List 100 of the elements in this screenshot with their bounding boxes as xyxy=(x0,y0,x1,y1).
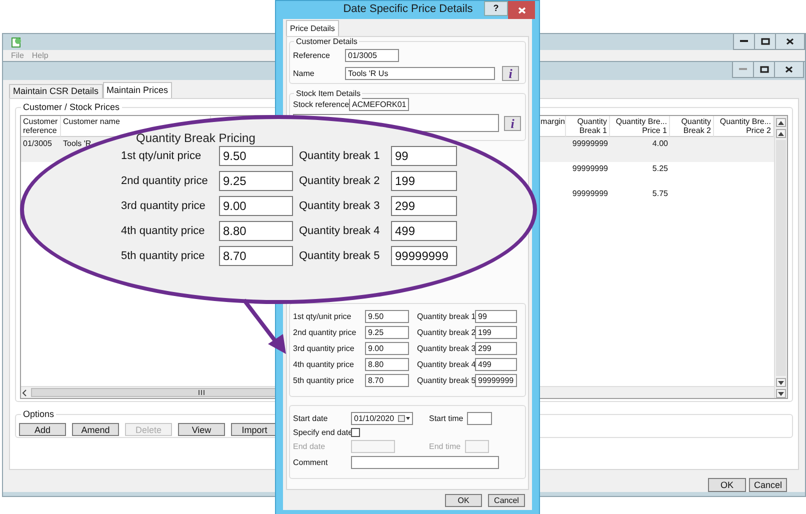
field-label: 3rd quantity price xyxy=(293,344,356,353)
cancel-button[interactable]: Cancel xyxy=(488,494,525,507)
table-cell: 01/3005 xyxy=(23,139,52,148)
price-field: 9.50 xyxy=(219,146,293,166)
checkbox[interactable] xyxy=(351,428,360,437)
field-label: Quantity break 4 xyxy=(299,225,381,237)
column-header[interactable]: Quantity Bre... Price 1 xyxy=(616,117,667,135)
ok-button[interactable]: OK xyxy=(445,494,482,507)
close-button[interactable] xyxy=(774,62,803,77)
group-title: Options xyxy=(21,409,56,419)
option-button[interactable]: View xyxy=(178,423,225,436)
help-button[interactable]: ? xyxy=(484,1,508,16)
quantity-break-field[interactable]: 499 xyxy=(475,358,517,371)
field-label: Comment xyxy=(293,458,329,467)
field-label: Name xyxy=(293,68,316,78)
quantity-break-field: 199 xyxy=(391,171,457,191)
app-icon xyxy=(11,36,23,48)
price-field[interactable]: 9.25 xyxy=(365,326,409,339)
chevron-left-icon xyxy=(21,388,29,396)
field-label: Start date xyxy=(293,414,329,423)
field-label: 5th quantity price xyxy=(293,376,355,385)
table-cell: 99999999 xyxy=(572,189,608,198)
table-cell: 99999999 xyxy=(572,139,608,148)
column-header[interactable]: Quantity Break 2 xyxy=(681,117,711,135)
close-button[interactable] xyxy=(775,34,804,49)
price-field[interactable]: 8.70 xyxy=(365,374,409,387)
field-label: Quantity break 1 xyxy=(299,150,381,162)
tab[interactable]: Price Details xyxy=(286,20,339,36)
quantity-break-field[interactable]: 199 xyxy=(475,326,517,339)
column-header[interactable]: Customer reference xyxy=(23,117,58,135)
name-field[interactable]: Tools 'R Us xyxy=(345,66,495,80)
field-label: Stock reference xyxy=(293,100,347,108)
option-button[interactable]: Import xyxy=(231,423,278,436)
group-title: Customer / Stock Prices xyxy=(21,102,122,112)
info-button[interactable]: i xyxy=(504,116,521,130)
table-cell: 99999999 xyxy=(572,164,608,173)
close-icon xyxy=(518,6,526,14)
field-label: End time xyxy=(429,442,462,451)
field-label: End date xyxy=(293,442,326,451)
end-date-field[interactable] xyxy=(351,440,395,453)
grip-icon xyxy=(198,390,204,395)
minimize-button[interactable] xyxy=(734,34,754,49)
tab[interactable]: Maintain Prices xyxy=(102,82,172,98)
field-label: Quantity break 3 xyxy=(299,200,381,212)
field-label: 1st qty/unit price xyxy=(121,150,202,162)
price-field: 9.25 xyxy=(219,171,293,191)
price-field: 8.70 xyxy=(219,246,293,266)
quantity-break-field[interactable]: 99999999 xyxy=(475,374,517,387)
maximize-icon xyxy=(760,38,770,45)
table-cell: 4.00 xyxy=(652,139,668,148)
minimize-icon xyxy=(739,68,747,71)
vertical-scrollbar[interactable] xyxy=(774,116,787,398)
comment-field[interactable] xyxy=(351,456,499,469)
field-label: 4th quantity price xyxy=(121,225,206,237)
start-time-field[interactable] xyxy=(467,412,492,425)
field-label: 5th quantity price xyxy=(121,250,206,262)
maximize-button[interactable] xyxy=(753,62,774,77)
stock-reference-field[interactable]: ACMEFORK01 xyxy=(349,98,409,110)
end-time-field[interactable] xyxy=(465,440,489,453)
maximize-icon xyxy=(760,66,768,73)
quantity-break-field: 499 xyxy=(391,221,457,241)
price-field[interactable]: 9.50 xyxy=(365,310,409,323)
quantity-break-field: 99 xyxy=(391,146,457,166)
quantity-break-field: 99999999 xyxy=(391,246,457,266)
field-label: 2nd quantity price xyxy=(121,175,209,187)
field-label: Reference xyxy=(293,51,331,60)
column-header[interactable]: Quantity Bre... Price 2 xyxy=(720,117,771,135)
table-cell: 5.75 xyxy=(652,189,668,198)
column-header[interactable]: Customer name xyxy=(63,117,120,126)
price-field[interactable]: 9.00 xyxy=(365,342,409,355)
info-button[interactable]: i xyxy=(502,66,519,80)
window-title: Date Specific Price Details xyxy=(342,2,474,17)
quantity-break-field: 299 xyxy=(391,196,457,216)
field-label: Quantity break 2 xyxy=(299,175,381,187)
start-date-picker[interactable]: 01/10/2020 xyxy=(351,412,413,425)
reference-field[interactable]: 01/3005 xyxy=(345,49,399,62)
group-title: Quantity Break Pricing xyxy=(136,131,256,145)
close-icon xyxy=(786,38,794,45)
price-field: 9.00 xyxy=(219,196,293,216)
field-label: 2nd quantity price xyxy=(293,328,358,337)
price-field[interactable]: 8.80 xyxy=(365,358,409,371)
option-button[interactable]: Add xyxy=(19,423,66,436)
field-label: Quantity break 4 xyxy=(417,360,473,369)
column-header[interactable]: margin xyxy=(540,117,565,126)
field-label: 3rd quantity price xyxy=(121,200,206,212)
group-title: Customer Details xyxy=(294,37,360,47)
column-header[interactable]: Quantity Break 1 xyxy=(577,117,607,135)
field-label: Quantity break 5 xyxy=(299,250,381,262)
ok-button[interactable]: OK xyxy=(708,478,746,492)
field-label: Start time xyxy=(429,414,464,423)
tab[interactable]: Maintain CSR Details xyxy=(9,84,103,98)
quantity-break-field[interactable]: 99 xyxy=(475,310,517,323)
field-label: Quantity break 2 xyxy=(417,328,473,337)
quantity-break-field[interactable]: 299 xyxy=(475,342,517,355)
option-button[interactable]: Amend xyxy=(72,423,119,436)
cancel-button[interactable]: Cancel xyxy=(749,478,787,492)
maximize-button[interactable] xyxy=(754,34,775,49)
minimize-icon xyxy=(740,40,748,43)
field-label: 1st qty/unit price xyxy=(293,312,352,321)
table-cell: 5.25 xyxy=(652,164,668,173)
